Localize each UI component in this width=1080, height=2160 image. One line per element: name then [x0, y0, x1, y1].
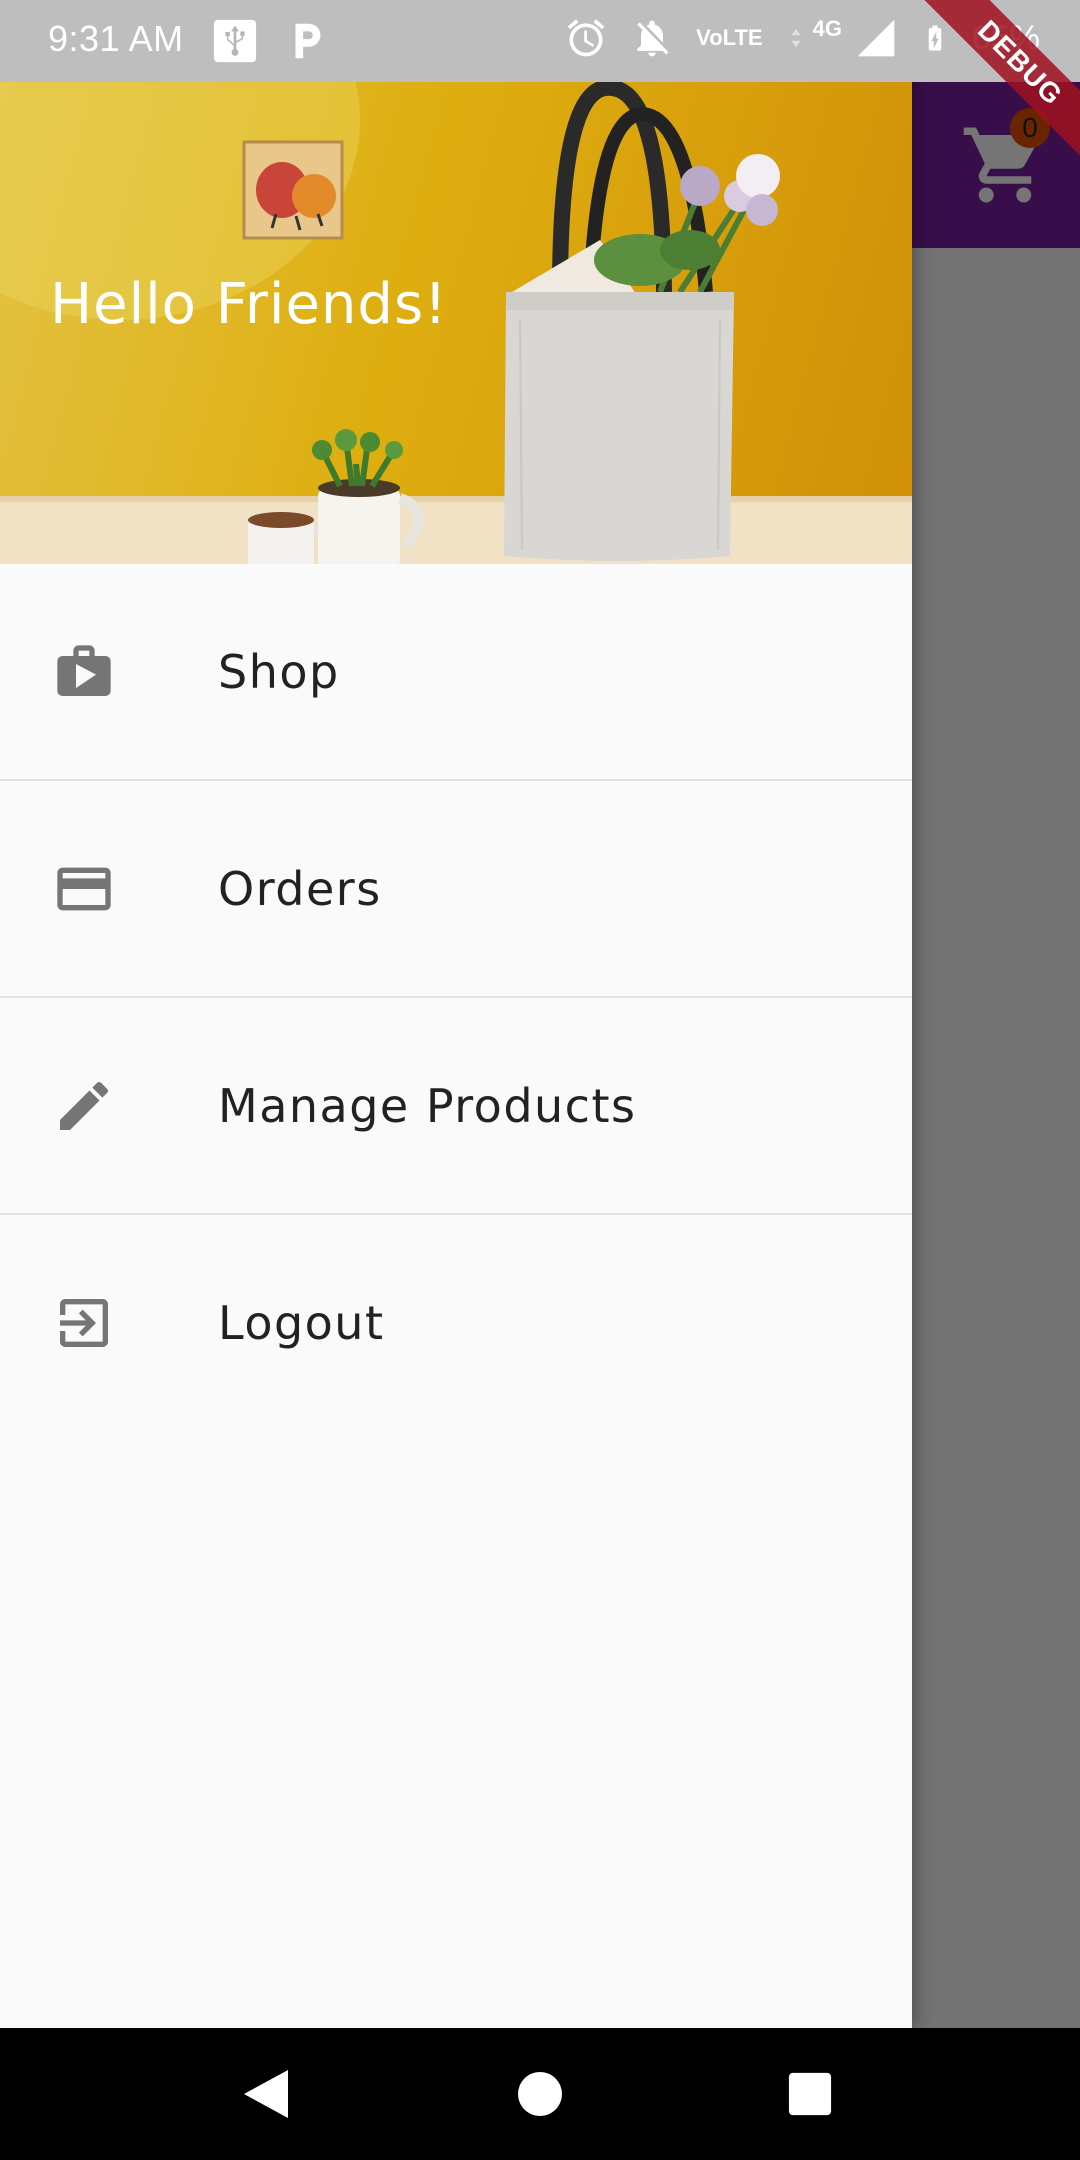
drawer-item-orders[interactable]: Orders	[0, 781, 912, 998]
usb-icon	[213, 19, 257, 63]
drawer-item-logout[interactable]: Logout	[0, 1215, 912, 1430]
navigation-drawer: Hello Friends! Shop Orders Manage Produc…	[0, 0, 912, 2028]
alarm-icon	[567, 19, 605, 57]
network-type: 4G	[812, 16, 842, 41]
volte-icon: VoLTE	[696, 25, 763, 50]
system-navigation-bar	[0, 2028, 1080, 2160]
recents-button[interactable]	[780, 2064, 840, 2124]
back-button[interactable]	[236, 2064, 296, 2124]
status-time: 9:31 AM	[48, 18, 184, 59]
shop-bag-icon	[52, 640, 116, 704]
drawer-header-title: Hello Friends!	[50, 272, 448, 337]
battery-charging-icon	[928, 25, 942, 51]
status-bar: 9:31 AM VoLTE 4G	[0, 0, 1080, 82]
drawer-item-label: Logout	[218, 1295, 385, 1350]
parking-icon	[295, 23, 321, 59]
screen: 0	[0, 0, 1080, 2160]
volte-label: VoLTE	[696, 25, 763, 50]
signal-icon	[857, 19, 895, 57]
back-icon	[244, 2070, 288, 2118]
drawer-item-label: Orders	[218, 861, 382, 916]
exit-to-app-icon	[52, 1291, 116, 1355]
home-icon	[518, 2072, 562, 2116]
drawer-menu: Shop Orders Manage Products Logout	[0, 564, 912, 1430]
drawer-item-manage-products[interactable]: Manage Products	[0, 998, 912, 1215]
drawer-item-shop[interactable]: Shop	[0, 564, 912, 781]
status-left-icons	[212, 18, 330, 64]
drawer-item-label: Shop	[218, 644, 340, 699]
home-button[interactable]	[510, 2064, 570, 2124]
data-arrows-icon	[790, 28, 801, 48]
recents-icon	[788, 2072, 832, 2116]
drawer-item-label: Manage Products	[218, 1078, 637, 1133]
notifications-off-icon	[637, 20, 669, 57]
credit-card-icon	[52, 857, 116, 921]
drawer-header: Hello Friends!	[0, 0, 912, 564]
edit-pencil-icon	[52, 1074, 116, 1138]
